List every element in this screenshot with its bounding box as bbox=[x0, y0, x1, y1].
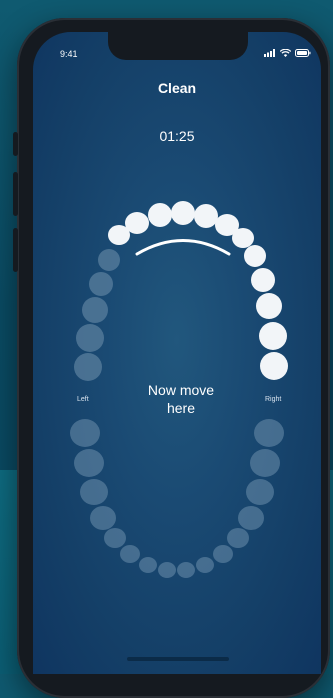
instruction-text: Now move here bbox=[131, 381, 231, 417]
mute-switch bbox=[13, 132, 18, 156]
tooth bbox=[89, 272, 113, 296]
tooth bbox=[90, 506, 116, 530]
phone-screen: 9:41 Clean 01:25 Left Right Now move her… bbox=[33, 32, 321, 674]
tooth bbox=[177, 562, 195, 578]
tooth bbox=[70, 419, 100, 447]
lower-inactive-teeth bbox=[70, 419, 284, 578]
volume-up-button bbox=[13, 172, 18, 216]
tooth bbox=[251, 268, 275, 292]
left-side-label: Left bbox=[77, 396, 89, 403]
tooth bbox=[120, 545, 140, 563]
tooth bbox=[227, 528, 249, 548]
tooth bbox=[238, 506, 264, 530]
tooth bbox=[246, 479, 274, 505]
instruction-line-2: here bbox=[166, 400, 196, 416]
tooth bbox=[259, 322, 287, 350]
tooth bbox=[254, 419, 284, 447]
tooth bbox=[82, 297, 108, 323]
tooth bbox=[250, 449, 280, 477]
tooth bbox=[74, 449, 104, 477]
tooth bbox=[148, 203, 172, 227]
tooth bbox=[125, 212, 149, 234]
tooth bbox=[104, 528, 126, 548]
tooth bbox=[76, 324, 104, 352]
tooth bbox=[232, 228, 254, 248]
tooth bbox=[194, 204, 218, 228]
mouth-map bbox=[70, 201, 288, 578]
tooth bbox=[171, 201, 195, 225]
tooth bbox=[139, 557, 157, 573]
upper-inactive-teeth bbox=[74, 249, 120, 381]
tooth bbox=[98, 249, 120, 271]
volume-down-button bbox=[13, 228, 18, 272]
tooth bbox=[213, 545, 233, 563]
upper-active-teeth bbox=[108, 201, 288, 380]
progress-arc bbox=[135, 239, 231, 256]
tooth bbox=[80, 479, 108, 505]
home-indicator[interactable] bbox=[127, 657, 229, 661]
tooth bbox=[244, 245, 266, 267]
right-side-label: Right bbox=[265, 396, 282, 403]
tooth bbox=[74, 353, 102, 381]
tooth bbox=[196, 557, 214, 573]
tooth bbox=[260, 352, 288, 380]
tooth bbox=[256, 293, 282, 319]
tooth bbox=[158, 562, 176, 578]
instruction-line-1: Now move bbox=[147, 382, 215, 398]
